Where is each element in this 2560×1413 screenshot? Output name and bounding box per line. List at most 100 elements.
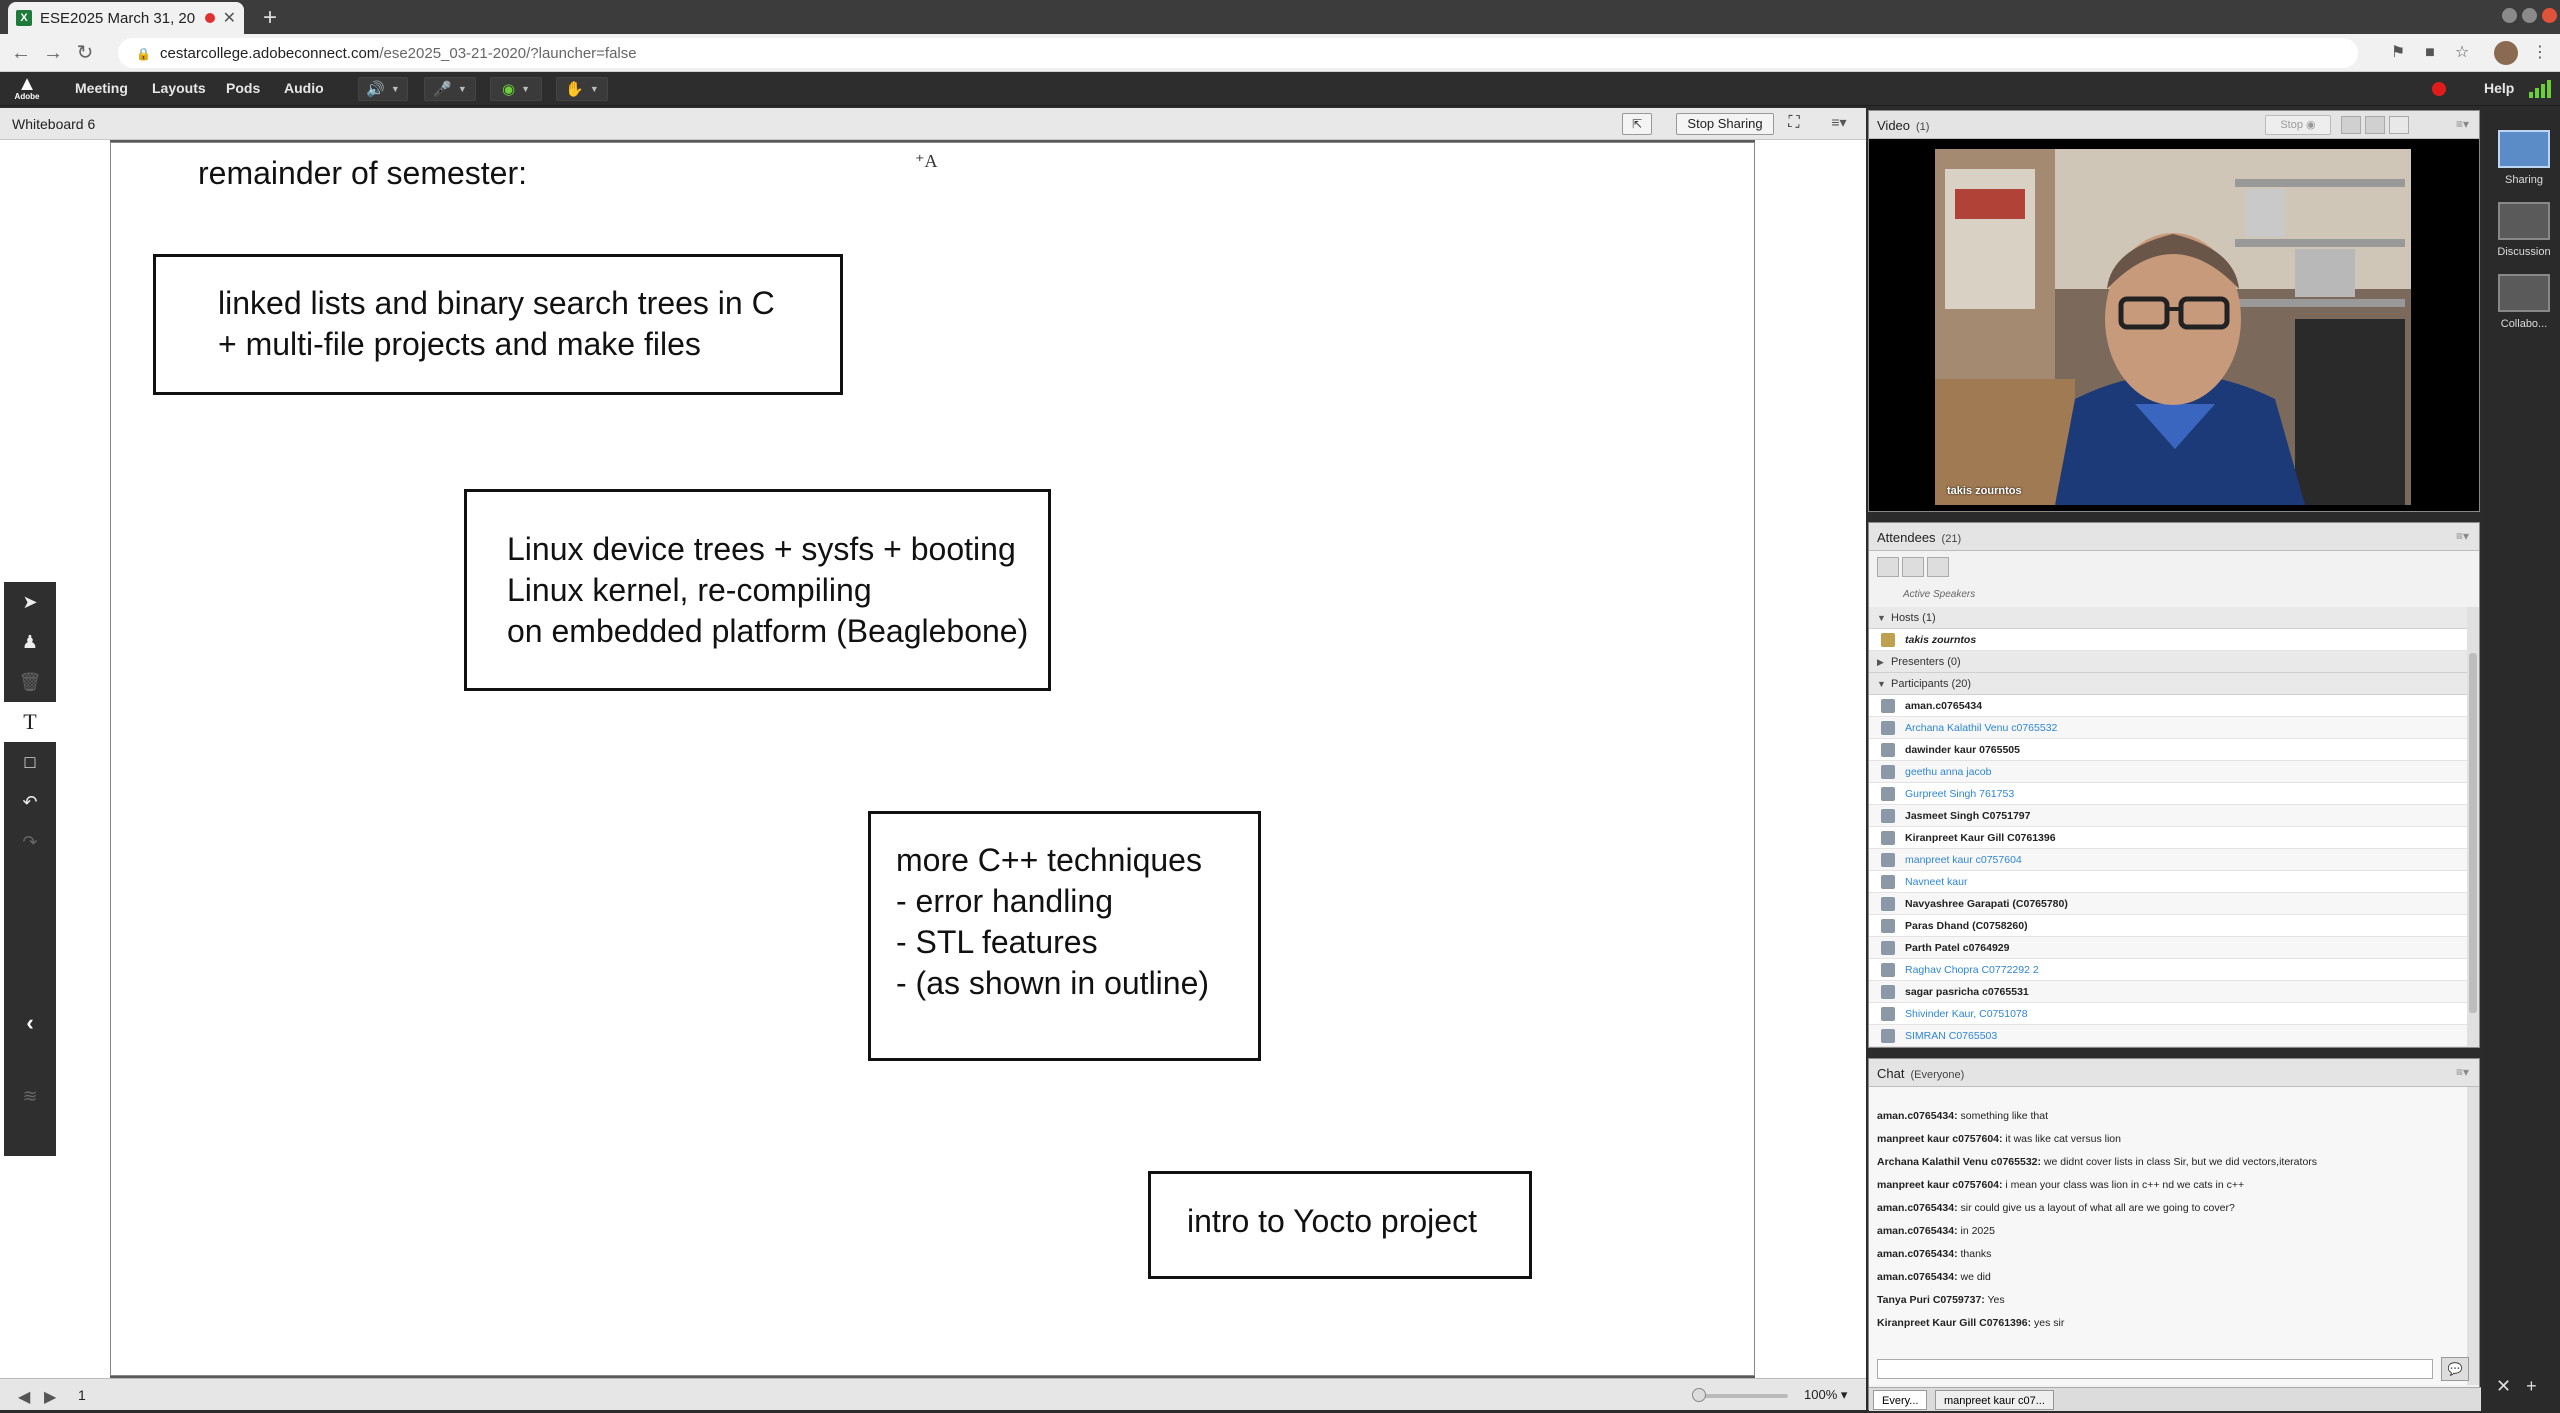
- topic-box-3-text: more C++ techniques - error handling - S…: [896, 842, 1210, 1001]
- profile-avatar[interactable]: [2494, 41, 2518, 65]
- participants-group[interactable]: ▼ Participants (20): [1869, 673, 2467, 695]
- camera-icon[interactable]: ■: [2420, 43, 2440, 63]
- menu-pods[interactable]: Pods: [226, 80, 260, 96]
- participant-row[interactable]: Raghav Chopra C0772292 2: [1869, 959, 2467, 981]
- forward-arrow-icon[interactable]: →: [40, 40, 66, 66]
- close-tab-icon[interactable]: ✕: [223, 8, 236, 28]
- url-field[interactable]: 🔒 cestarcollege.adobeconnect.com/ese2025…: [118, 38, 2358, 68]
- layers-icon[interactable]: ≋: [4, 1076, 56, 1116]
- topic-box-3[interactable]: more C++ techniques - error handling - S…: [868, 811, 1261, 1061]
- participant-row[interactable]: sagar pasricha c0765531: [1869, 981, 2467, 1003]
- add-layout-icon[interactable]: +: [2526, 1376, 2537, 1396]
- zoom-slider[interactable]: [1694, 1394, 1788, 1398]
- chat-send-button[interactable]: 💬: [2441, 1357, 2469, 1381]
- reload-icon[interactable]: ↻: [72, 40, 98, 66]
- select-tool-icon[interactable]: ➤: [4, 582, 56, 622]
- participant-row[interactable]: aman.c0765434: [1869, 695, 2467, 717]
- close-window-button[interactable]: [2542, 8, 2557, 23]
- topic-box-4[interactable]: intro to Yocto project: [1148, 1171, 1532, 1279]
- grid-layout-icon[interactable]: [2341, 116, 2361, 134]
- chat-sender: Tanya Puri C0759737:: [1877, 1294, 1985, 1306]
- zoom-slider-thumb[interactable]: [1692, 1388, 1706, 1402]
- hosts-group[interactable]: ▼ Hosts (1): [1869, 607, 2467, 629]
- speaker-toggle-button[interactable]: 🔊 ▼: [358, 77, 408, 101]
- host-row[interactable]: takis zourntos: [1869, 629, 2467, 651]
- pod-options-icon[interactable]: ≡▾: [2456, 529, 2469, 543]
- raise-hand-button[interactable]: ✋ ▼: [556, 77, 608, 101]
- menu-audio[interactable]: Audio: [284, 80, 324, 96]
- layout-discussion[interactable]: Discussion: [2494, 202, 2554, 258]
- webcam-toggle-button[interactable]: ◉ ▼: [490, 77, 542, 101]
- topic-box-2[interactable]: Linux device trees + sysfs + booting Lin…: [464, 489, 1051, 691]
- whiteboard-canvas[interactable]: ⁺A remainder of semester: linked lists a…: [110, 142, 1755, 1376]
- webcam-video[interactable]: takis zourntos: [1935, 149, 2411, 505]
- recording-dot-icon[interactable]: [2432, 82, 2446, 96]
- collapse-toolbar-button[interactable]: ‹: [4, 1004, 56, 1042]
- zoom-dropdown[interactable]: 100% ▾: [1804, 1387, 1847, 1403]
- participant-row[interactable]: Gurpreet Singh 761753: [1869, 783, 2467, 805]
- participant-row[interactable]: Navneet kaur: [1869, 871, 2467, 893]
- delete-tool-icon[interactable]: 🗑: [4, 662, 56, 702]
- pod-options-icon[interactable]: ≡▾: [1828, 114, 1850, 134]
- next-page-icon[interactable]: ▶: [44, 1387, 56, 1407]
- menu-layouts[interactable]: Layouts: [152, 80, 206, 96]
- participant-row[interactable]: geethu anna jacob: [1869, 761, 2467, 783]
- participant-row[interactable]: Jasmeet Singh C0751797: [1869, 805, 2467, 827]
- participant-row[interactable]: Navyashree Garapati (C0765780): [1869, 893, 2467, 915]
- maximize-window-button[interactable]: [2522, 8, 2537, 23]
- user-icon: [1881, 809, 1895, 823]
- filmstrip-layout-icon[interactable]: [2365, 116, 2385, 134]
- fullscreen-icon[interactable]: ⛶: [1784, 114, 1804, 134]
- participant-row[interactable]: Paras Dhand (C0758260): [1869, 915, 2467, 937]
- chevron-down-icon: ▼: [589, 84, 599, 94]
- pod-options-icon[interactable]: ≡▾: [2456, 117, 2469, 131]
- layouts-bar: Sharing Discussion Collabo...: [2484, 108, 2560, 1410]
- chat-input[interactable]: [1877, 1359, 2433, 1379]
- pointer-toggle-button[interactable]: ⇱: [1622, 113, 1652, 135]
- chat-tab-private[interactable]: manpreet kaur c07...: [1935, 1390, 2054, 1410]
- undo-icon[interactable]: ↶: [4, 782, 56, 822]
- participant-row[interactable]: manpreet kaur c0757604: [1869, 849, 2467, 871]
- help-menu[interactable]: Help: [2484, 80, 2514, 96]
- chat-scrollbar[interactable]: [2467, 1087, 2479, 1385]
- chat-tab-everyone[interactable]: Every...: [1873, 1390, 1928, 1410]
- video-pod: Video (1) Stop ◉ ≡▾ takis zourntos: [1868, 110, 2480, 512]
- participant-row[interactable]: Shivinder Kaur, C0751078: [1869, 1003, 2467, 1025]
- browser-tab[interactable]: X ESE2025 March 31, 20 ✕: [8, 2, 244, 34]
- chat-sender: aman.c0765434:: [1877, 1225, 1958, 1237]
- shape-tool-icon[interactable]: □: [4, 742, 56, 782]
- redo-icon[interactable]: ↷: [4, 822, 56, 862]
- microphone-toggle-button[interactable]: 🎤 ▼: [424, 77, 476, 101]
- edit-layouts-icon[interactable]: ✕: [2496, 1376, 2511, 1396]
- presenters-group[interactable]: ▶ Presenters (0): [1869, 651, 2467, 673]
- topic-box-1[interactable]: linked lists and binary search trees in …: [153, 254, 843, 395]
- whiteboard-heading[interactable]: remainder of semester:: [198, 153, 527, 194]
- chat-sender: aman.c0765434:: [1877, 1202, 1958, 1214]
- list-view-icon[interactable]: [1877, 557, 1899, 577]
- minimize-window-button[interactable]: [2502, 8, 2517, 23]
- participant-row[interactable]: dawinder kaur 0765505: [1869, 739, 2467, 761]
- participant-row[interactable]: SIMRAN C0765503: [1869, 1025, 2467, 1047]
- chat-text: we did: [1957, 1271, 1991, 1283]
- extension-blocked-icon[interactable]: ⚑: [2388, 43, 2408, 63]
- text-tool-icon[interactable]: T: [4, 702, 56, 742]
- browser-menu-icon[interactable]: ⋮: [2530, 43, 2550, 63]
- stop-sharing-button[interactable]: Stop Sharing: [1676, 113, 1774, 135]
- previous-page-icon[interactable]: ◀: [18, 1387, 30, 1407]
- attendee-scrollbar-thumb[interactable]: [2469, 653, 2477, 1013]
- video-stop-button[interactable]: Stop ◉: [2265, 115, 2331, 135]
- layout-sharing[interactable]: Sharing: [2494, 130, 2554, 186]
- participant-row[interactable]: Archana Kalathil Venu c0765532: [1869, 717, 2467, 739]
- layout-collaboration[interactable]: Collabo...: [2494, 274, 2554, 330]
- participant-row[interactable]: Kiranpreet Kaur Gill C0761396: [1869, 827, 2467, 849]
- marker-tool-icon[interactable]: ♟: [4, 622, 56, 662]
- breakout-view-icon[interactable]: [1902, 557, 1924, 577]
- pod-options-icon[interactable]: ≡▾: [2456, 1065, 2469, 1079]
- fullscreen-video-icon[interactable]: [2389, 116, 2409, 134]
- bookmark-star-icon[interactable]: ☆: [2452, 43, 2472, 63]
- new-tab-button[interactable]: +: [256, 4, 284, 32]
- status-view-icon[interactable]: [1927, 557, 1949, 577]
- participant-row[interactable]: Parth Patel c0764929: [1869, 937, 2467, 959]
- back-arrow-icon[interactable]: ←: [8, 40, 34, 66]
- menu-meeting[interactable]: Meeting: [75, 80, 128, 96]
